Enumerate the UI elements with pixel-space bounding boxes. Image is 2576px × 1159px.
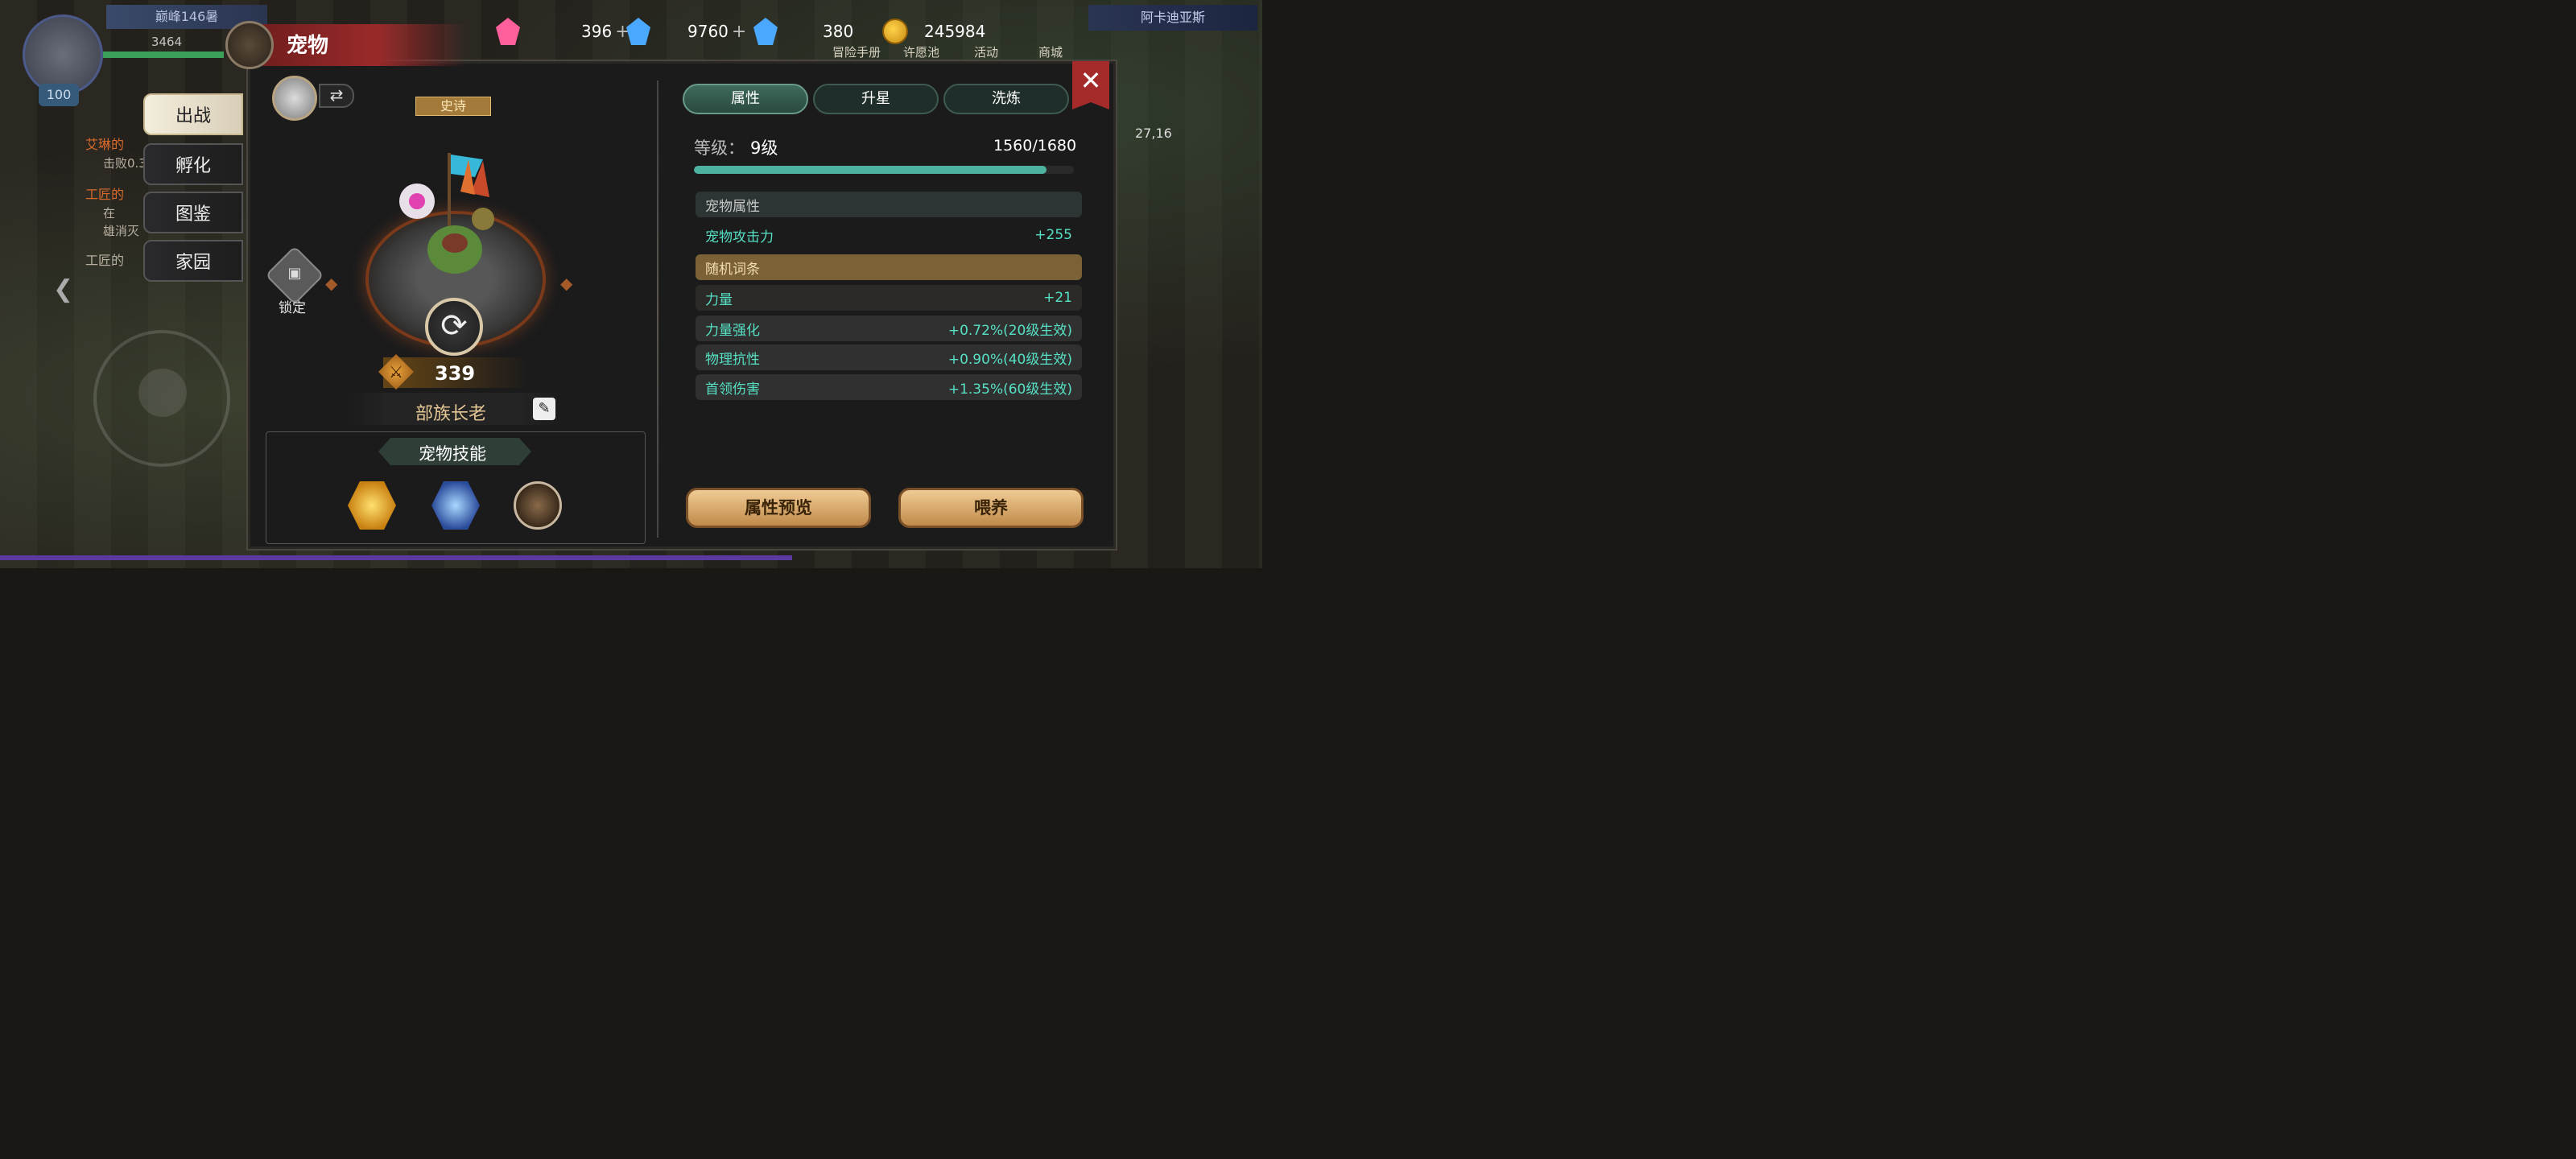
stat-value: +0.72%(20级生效) [947, 322, 1072, 339]
blue-gem-icon [626, 18, 650, 45]
menu-activity[interactable]: 活动 [974, 43, 998, 60]
currency-value: 396 [581, 22, 613, 41]
tab-codex[interactable]: 图鉴 [143, 192, 243, 233]
stat-row: 物理抗性 +0.90%(40级生效) [696, 344, 1082, 370]
refresh-icon[interactable]: ⟳ [425, 298, 483, 356]
player-level-badge: 100 [39, 84, 79, 106]
currency-value: 380 [823, 22, 854, 41]
menu-adventure-handbook[interactable]: 冒险手册 [832, 43, 881, 60]
ornament-diamond-icon: ◆ [325, 274, 338, 293]
pet-power-value: 339 [435, 362, 476, 385]
feed-button[interactable]: 喂养 [898, 488, 1084, 528]
stat-label: 宠物攻击力 [705, 229, 774, 245]
skills-title: 宠物技能 [419, 444, 486, 464]
tab-star-up[interactable]: 升星 [813, 84, 939, 114]
lock-label: 锁定 [279, 300, 306, 316]
stat-value: +0.90%(40级生效) [947, 351, 1072, 368]
tab-refine[interactable]: 洗炼 [943, 84, 1069, 114]
tab-hatch[interactable]: 孵化 [143, 143, 243, 185]
pet-attr-header: 宠物属性 [696, 192, 1082, 217]
header-ribbon [242, 24, 467, 66]
quest-title[interactable]: 工匠的 [85, 250, 124, 269]
region-name: 阿卡迪亚斯 [1088, 5, 1257, 31]
stat-label: 力量 [705, 291, 733, 308]
quest-title[interactable]: 艾琳的 [85, 134, 124, 153]
pet-emblem-icon [225, 21, 274, 69]
section-label: 随机词条 [705, 261, 760, 278]
pet-sprite [399, 153, 494, 274]
currency-value: 245984 [924, 22, 986, 41]
rock-shield-skill-icon[interactable] [514, 481, 562, 530]
menu-shop[interactable]: 商城 [1038, 43, 1063, 60]
page-title: 宠物 [287, 34, 329, 58]
quest-sub: 在 [103, 206, 116, 221]
currency-value: 9760 [687, 22, 729, 41]
stat-value: +21 [1043, 290, 1072, 306]
map-coordinates: 27,16 [1135, 126, 1172, 141]
tab-deploy[interactable]: 出战 [143, 93, 243, 135]
swap-icon[interactable]: ⇄ [319, 84, 354, 108]
level-label: 等级： [694, 138, 745, 158]
stat-value: +1.35%(60级生效) [947, 381, 1072, 398]
stat-value: +255 [1034, 227, 1072, 243]
stat-row: 首领伤害 +1.35%(60级生效) [696, 374, 1082, 400]
player-hp-bar [103, 52, 224, 58]
close-icon[interactable]: ✕ [1072, 61, 1109, 109]
joystick-knob[interactable] [138, 369, 187, 417]
bottom-progress-line [0, 555, 792, 560]
random-header: 随机词条 [696, 254, 1082, 280]
currency-blue-gem[interactable]: 9760 + [626, 18, 746, 45]
exp-bar [694, 166, 1074, 174]
edit-icon[interactable]: ✎ [533, 398, 555, 420]
currency-gold[interactable]: 245984 [882, 18, 985, 45]
chevron-left-icon[interactable]: ❮ [53, 275, 73, 303]
stat-label: 力量强化 [705, 322, 760, 339]
pet-name: 部族长老 [415, 404, 487, 424]
rarity-badge: 史诗 [415, 97, 491, 116]
menu-wishing-pool[interactable]: 许愿池 [903, 43, 939, 60]
exp-fill [694, 166, 1047, 174]
tab-home[interactable]: 家园 [143, 240, 243, 282]
pet-owner-avatar[interactable] [272, 76, 317, 121]
exp-text: 1560/1680 [993, 137, 1077, 155]
lock-icon: ▣ [287, 265, 302, 282]
stat-row: 力量 +21 [696, 285, 1082, 311]
ornament-diamond-icon: ◆ [560, 274, 573, 293]
stat-label: 物理抗性 [705, 351, 760, 368]
tab-attributes[interactable]: 属性 [683, 84, 808, 114]
level-value: 9级 [750, 138, 778, 158]
pink-gem-icon [496, 18, 520, 45]
player-power: 3464 [151, 35, 183, 49]
quest-sub: 雄消灭 [103, 224, 140, 238]
panel-divider [657, 80, 658, 538]
stat-row: 宠物攻击力 +255 [696, 222, 1082, 248]
game-screen: 100 巅峰146暑 3464 艾琳的 击败0.30% 工匠的 在 雄消灭 工匠… [0, 0, 1262, 568]
quest-title[interactable]: 工匠的 [85, 184, 124, 203]
plus-icon[interactable]: + [732, 22, 746, 42]
currency-pink-gem[interactable]: 396 + [496, 18, 630, 45]
gold-coin-icon [882, 19, 908, 44]
section-label: 宠物属性 [705, 198, 760, 215]
attribute-preview-button[interactable]: 属性预览 [686, 488, 871, 528]
player-avatar[interactable] [23, 14, 103, 95]
locked-gem-icon [753, 18, 778, 45]
stat-label: 首领伤害 [705, 381, 760, 398]
stat-row: 力量强化 +0.72%(20级生效) [696, 316, 1082, 341]
currency-locked-gem[interactable]: 380 [753, 18, 853, 45]
